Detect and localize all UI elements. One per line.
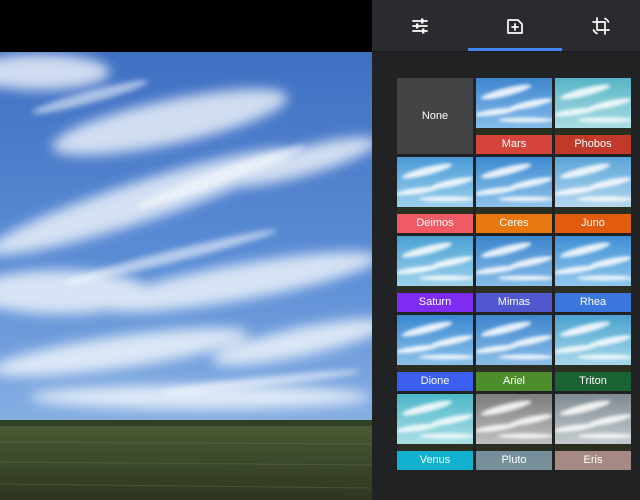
- filter-tile-dione[interactable]: Dione: [397, 315, 473, 391]
- filter-tile-phobos[interactable]: Phobos: [555, 78, 631, 154]
- filter-none[interactable]: None: [397, 78, 473, 154]
- filter-tile-pluto[interactable]: Pluto: [476, 394, 552, 470]
- filter-preview-thumbnail: [555, 78, 631, 135]
- filter-preview-thumbnail: [476, 394, 552, 451]
- filter-tile-mars[interactable]: Mars: [476, 78, 552, 154]
- filter-preview-thumbnail: [476, 236, 552, 293]
- filter-tile-deimos[interactable]: Deimos: [397, 157, 473, 233]
- filter-tile-eris[interactable]: Eris: [555, 394, 631, 470]
- filter-preview-thumbnail: [555, 315, 631, 372]
- filter-preview-thumbnail: [476, 78, 552, 135]
- filter-plus-icon: [507, 19, 523, 34]
- crop-rotate-icon: [592, 17, 610, 35]
- filter-preview-thumbnail: [397, 236, 473, 293]
- filter-tile-venus[interactable]: Venus: [397, 394, 473, 470]
- tab-filters[interactable]: [468, 0, 562, 52]
- filter-tile-juno[interactable]: Juno: [555, 157, 631, 233]
- filter-label: Eris: [555, 451, 631, 470]
- filter-label: Phobos: [555, 135, 631, 154]
- filter-tile-ariel[interactable]: Ariel: [476, 315, 552, 391]
- filter-label: Ariel: [476, 372, 552, 391]
- active-tab-indicator: [468, 48, 562, 51]
- filter-tile-ceres[interactable]: Ceres: [476, 157, 552, 233]
- filter-preview-thumbnail: [555, 394, 631, 451]
- filter-label: Rhea: [555, 293, 631, 312]
- edit-panel: None Mars Phobos Deimos Ceres Juno Satur…: [372, 0, 640, 500]
- photo-preview: [0, 52, 372, 500]
- filter-tile-saturn[interactable]: Saturn: [397, 236, 473, 312]
- filter-label: Deimos: [397, 214, 473, 233]
- filter-preview-thumbnail: [555, 157, 631, 214]
- tab-adjust[interactable]: [372, 0, 468, 52]
- tune-sliders-icon: [412, 18, 428, 34]
- filter-preview-thumbnail: [397, 394, 473, 451]
- filter-label: Mimas: [476, 293, 552, 312]
- filter-preview-thumbnail: [555, 236, 631, 293]
- photo-image: [0, 52, 372, 500]
- filter-label: Juno: [555, 214, 631, 233]
- filter-label: Dione: [397, 372, 473, 391]
- filter-tile-mimas[interactable]: Mimas: [476, 236, 552, 312]
- filter-label: Triton: [555, 372, 631, 391]
- filter-preview-thumbnail: [397, 157, 473, 214]
- filter-label: None: [421, 110, 449, 122]
- filter-preview-thumbnail: [397, 315, 473, 372]
- filter-tile-rhea[interactable]: Rhea: [555, 236, 631, 312]
- photo-toolbar-area: [0, 0, 372, 52]
- edit-tab-bar: [372, 0, 640, 52]
- filter-preview-thumbnail: [476, 157, 552, 214]
- tab-crop-rotate[interactable]: [562, 0, 640, 52]
- filter-label: Mars: [476, 135, 552, 154]
- filter-tile-triton[interactable]: Triton: [555, 315, 631, 391]
- filter-label: Venus: [397, 451, 473, 470]
- filter-label: Saturn: [397, 293, 473, 312]
- filter-label: Ceres: [476, 214, 552, 233]
- filter-preview-thumbnail: [476, 315, 552, 372]
- filter-label: Pluto: [476, 451, 552, 470]
